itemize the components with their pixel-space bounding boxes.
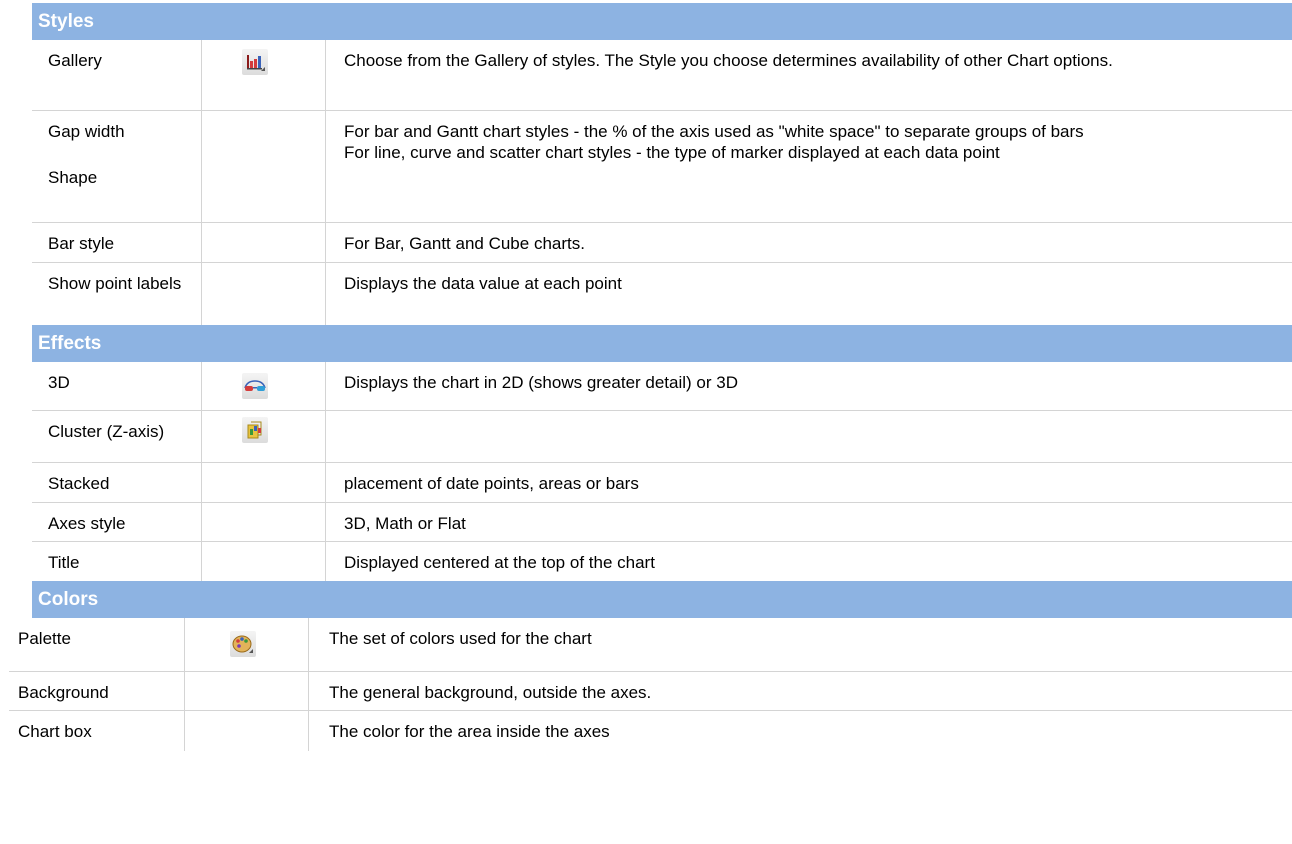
section-header-effects: Effects [32,325,1292,362]
option-name: 3D [32,362,202,410]
option-name: Gap width [48,122,125,141]
table-row-title: Title Displayed centered at the top of t… [32,542,1292,581]
option-description: Choose from the Gallery of styles. The S… [344,51,1113,70]
table-row-cluster: Cluster (Z-axis) [32,411,1292,463]
table-row-gallery: Gallery Choose from the Gallery of style… [32,40,1292,111]
option-description: The set of colors used for the chart [329,629,592,648]
table-row-palette: Palette The set of colors used for the c… [9,618,1292,672]
table-row-background: Background The general background, outsi… [9,672,1292,711]
table-row-bar-style: Bar style For Bar, Gantt and Cube charts… [32,223,1292,263]
option-description: For Bar, Gantt and Cube charts. [344,234,585,253]
option-name: Title [32,542,202,581]
option-description [326,411,1292,462]
option-description: Displays the chart in 2D (shows greater … [344,373,738,392]
option-name: Cluster (Z-axis) [32,411,202,462]
option-name: Chart box [9,711,185,751]
palette-icon[interactable] [230,631,256,657]
table-row-3d: 3D Displays the chart in 2D (shows great… [32,362,1292,411]
table-row-chart-box: Chart box The color for the area inside … [9,711,1292,751]
option-description: The color for the area inside the axes [329,722,610,741]
option-name: Stacked [32,463,202,502]
table-row-stacked: Stacked placement of date points, areas … [32,463,1292,503]
table-row-gap-width-shape: Gap width Shape For bar and Gantt chart … [32,111,1292,223]
option-description: For bar and Gantt chart styles - the % o… [344,122,1084,141]
table-row-show-point-labels: Show point labels Displays the data valu… [32,263,1292,325]
section-header-colors: Colors [32,581,1292,618]
option-description: placement of date points, areas or bars [344,474,639,493]
cluster-icon[interactable] [242,417,268,443]
option-name: Shape [48,168,98,187]
3d-glasses-icon[interactable] [242,373,268,399]
chart-gallery-icon[interactable] [242,49,268,75]
option-name: Gallery [32,40,202,110]
option-description: Displays the data value at each point [344,274,622,293]
option-name: Show point labels [32,263,202,325]
option-description: 3D, Math or Flat [344,514,466,533]
option-name: Background [9,672,185,710]
option-name: Palette [9,618,185,671]
chart-options-table: Styles Gallery Choose from the Gallery o… [9,3,1292,751]
section-header-styles: Styles [32,3,1292,40]
option-name: Axes style [32,503,202,541]
option-description: The general background, outside the axes… [329,683,652,702]
option-description: Displayed centered at the top of the cha… [344,553,655,572]
option-description: For line, curve and scatter chart styles… [344,143,1000,162]
table-row-axes-style: Axes style 3D, Math or Flat [32,503,1292,542]
option-name: Bar style [32,223,202,262]
